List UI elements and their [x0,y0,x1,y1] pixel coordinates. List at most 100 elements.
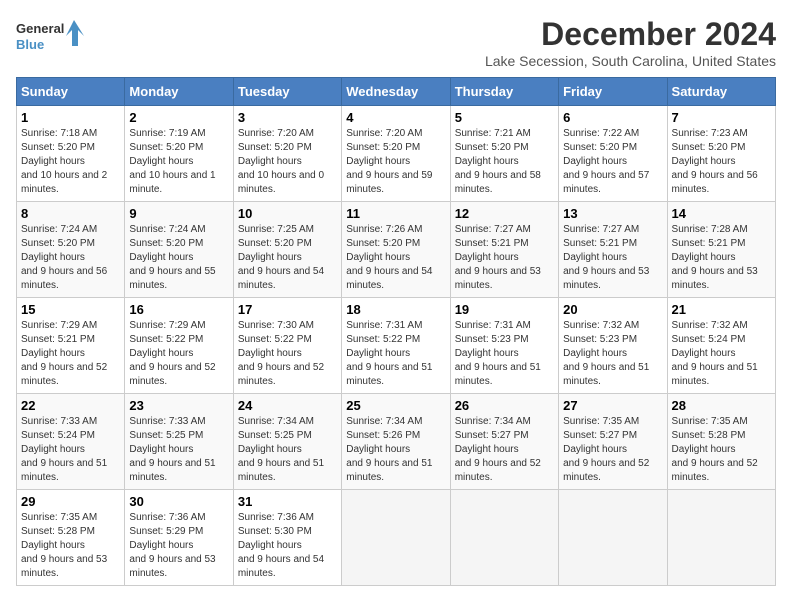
cell-2-4: 19 Sunrise: 7:31 AMSunset: 5:23 PMDaylig… [450,298,558,394]
day-info: Sunrise: 7:32 AMSunset: 5:24 PMDaylight … [672,320,758,387]
day-number: 22 [21,398,120,413]
day-number: 1 [21,110,120,125]
day-info: Sunrise: 7:29 AMSunset: 5:21 PMDaylight … [21,320,107,387]
cell-3-6: 28 Sunrise: 7:35 AMSunset: 5:28 PMDaylig… [667,394,775,490]
cell-4-2: 31 Sunrise: 7:36 AMSunset: 5:30 PMDaylig… [233,490,341,586]
cell-1-3: 11 Sunrise: 7:26 AMSunset: 5:20 PMDaylig… [342,202,450,298]
day-info: Sunrise: 7:20 AMSunset: 5:20 PMDaylight … [346,128,432,195]
header-saturday: Saturday [667,78,775,106]
day-info: Sunrise: 7:24 AMSunset: 5:20 PMDaylight … [21,224,107,291]
calendar-table: SundayMondayTuesdayWednesdayThursdayFrid… [16,77,776,586]
day-number: 2 [129,110,228,125]
week-row-5: 29 Sunrise: 7:35 AMSunset: 5:28 PMDaylig… [17,490,776,586]
cell-2-6: 21 Sunrise: 7:32 AMSunset: 5:24 PMDaylig… [667,298,775,394]
day-info: Sunrise: 7:31 AMSunset: 5:23 PMDaylight … [455,320,541,387]
day-number: 27 [563,398,662,413]
day-info: Sunrise: 7:30 AMSunset: 5:22 PMDaylight … [238,320,324,387]
svg-text:Blue: Blue [16,37,44,52]
day-info: Sunrise: 7:29 AMSunset: 5:22 PMDaylight … [129,320,215,387]
day-info: Sunrise: 7:25 AMSunset: 5:20 PMDaylight … [238,224,324,291]
day-info: Sunrise: 7:19 AMSunset: 5:20 PMDaylight … [129,128,215,195]
cell-3-3: 25 Sunrise: 7:34 AMSunset: 5:26 PMDaylig… [342,394,450,490]
week-row-3: 15 Sunrise: 7:29 AMSunset: 5:21 PMDaylig… [17,298,776,394]
cell-3-0: 22 Sunrise: 7:33 AMSunset: 5:24 PMDaylig… [17,394,125,490]
week-row-4: 22 Sunrise: 7:33 AMSunset: 5:24 PMDaylig… [17,394,776,490]
day-number: 18 [346,302,445,317]
cell-4-6 [667,490,775,586]
day-info: Sunrise: 7:31 AMSunset: 5:22 PMDaylight … [346,320,432,387]
cell-4-1: 30 Sunrise: 7:36 AMSunset: 5:29 PMDaylig… [125,490,233,586]
cell-2-1: 16 Sunrise: 7:29 AMSunset: 5:22 PMDaylig… [125,298,233,394]
header-row: SundayMondayTuesdayWednesdayThursdayFrid… [17,78,776,106]
day-info: Sunrise: 7:33 AMSunset: 5:25 PMDaylight … [129,416,215,483]
logo-svg: General Blue [16,16,86,56]
page-subtitle: Lake Secession, South Carolina, United S… [485,53,776,69]
day-info: Sunrise: 7:21 AMSunset: 5:20 PMDaylight … [455,128,541,195]
week-row-1: 1 Sunrise: 7:18 AMSunset: 5:20 PMDayligh… [17,106,776,202]
day-number: 3 [238,110,337,125]
cell-0-0: 1 Sunrise: 7:18 AMSunset: 5:20 PMDayligh… [17,106,125,202]
day-info: Sunrise: 7:23 AMSunset: 5:20 PMDaylight … [672,128,758,195]
cell-0-5: 6 Sunrise: 7:22 AMSunset: 5:20 PMDayligh… [559,106,667,202]
svg-text:General: General [16,21,64,36]
day-number: 21 [672,302,771,317]
header-friday: Friday [559,78,667,106]
day-info: Sunrise: 7:28 AMSunset: 5:21 PMDaylight … [672,224,758,291]
cell-1-0: 8 Sunrise: 7:24 AMSunset: 5:20 PMDayligh… [17,202,125,298]
logo: General Blue [16,16,86,56]
day-info: Sunrise: 7:24 AMSunset: 5:20 PMDaylight … [129,224,215,291]
day-number: 14 [672,206,771,221]
day-number: 13 [563,206,662,221]
cell-3-5: 27 Sunrise: 7:35 AMSunset: 5:27 PMDaylig… [559,394,667,490]
cell-3-1: 23 Sunrise: 7:33 AMSunset: 5:25 PMDaylig… [125,394,233,490]
cell-2-5: 20 Sunrise: 7:32 AMSunset: 5:23 PMDaylig… [559,298,667,394]
cell-2-3: 18 Sunrise: 7:31 AMSunset: 5:22 PMDaylig… [342,298,450,394]
day-info: Sunrise: 7:36 AMSunset: 5:30 PMDaylight … [238,512,324,579]
day-info: Sunrise: 7:35 AMSunset: 5:28 PMDaylight … [21,512,107,579]
day-number: 30 [129,494,228,509]
day-number: 10 [238,206,337,221]
day-number: 7 [672,110,771,125]
header: General Blue December 2024 Lake Secessio… [16,16,776,69]
cell-1-4: 12 Sunrise: 7:27 AMSunset: 5:21 PMDaylig… [450,202,558,298]
header-thursday: Thursday [450,78,558,106]
day-info: Sunrise: 7:18 AMSunset: 5:20 PMDaylight … [21,128,107,195]
header-wednesday: Wednesday [342,78,450,106]
cell-1-6: 14 Sunrise: 7:28 AMSunset: 5:21 PMDaylig… [667,202,775,298]
day-number: 12 [455,206,554,221]
cell-3-2: 24 Sunrise: 7:34 AMSunset: 5:25 PMDaylig… [233,394,341,490]
day-number: 17 [238,302,337,317]
title-area: December 2024 Lake Secession, South Caro… [485,16,776,69]
cell-1-2: 10 Sunrise: 7:25 AMSunset: 5:20 PMDaylig… [233,202,341,298]
cell-4-4 [450,490,558,586]
cell-0-1: 2 Sunrise: 7:19 AMSunset: 5:20 PMDayligh… [125,106,233,202]
day-info: Sunrise: 7:26 AMSunset: 5:20 PMDaylight … [346,224,432,291]
day-number: 15 [21,302,120,317]
cell-3-4: 26 Sunrise: 7:34 AMSunset: 5:27 PMDaylig… [450,394,558,490]
cell-2-0: 15 Sunrise: 7:29 AMSunset: 5:21 PMDaylig… [17,298,125,394]
cell-4-5 [559,490,667,586]
day-number: 31 [238,494,337,509]
page-title: December 2024 [485,16,776,53]
day-number: 20 [563,302,662,317]
cell-0-6: 7 Sunrise: 7:23 AMSunset: 5:20 PMDayligh… [667,106,775,202]
day-info: Sunrise: 7:27 AMSunset: 5:21 PMDaylight … [455,224,541,291]
week-row-2: 8 Sunrise: 7:24 AMSunset: 5:20 PMDayligh… [17,202,776,298]
day-number: 5 [455,110,554,125]
day-number: 11 [346,206,445,221]
cell-4-0: 29 Sunrise: 7:35 AMSunset: 5:28 PMDaylig… [17,490,125,586]
day-number: 24 [238,398,337,413]
day-number: 4 [346,110,445,125]
day-number: 28 [672,398,771,413]
day-info: Sunrise: 7:34 AMSunset: 5:27 PMDaylight … [455,416,541,483]
cell-0-4: 5 Sunrise: 7:21 AMSunset: 5:20 PMDayligh… [450,106,558,202]
cell-0-2: 3 Sunrise: 7:20 AMSunset: 5:20 PMDayligh… [233,106,341,202]
cell-0-3: 4 Sunrise: 7:20 AMSunset: 5:20 PMDayligh… [342,106,450,202]
day-info: Sunrise: 7:33 AMSunset: 5:24 PMDaylight … [21,416,107,483]
day-info: Sunrise: 7:35 AMSunset: 5:28 PMDaylight … [672,416,758,483]
header-tuesday: Tuesday [233,78,341,106]
day-info: Sunrise: 7:32 AMSunset: 5:23 PMDaylight … [563,320,649,387]
day-number: 23 [129,398,228,413]
cell-1-5: 13 Sunrise: 7:27 AMSunset: 5:21 PMDaylig… [559,202,667,298]
day-number: 26 [455,398,554,413]
